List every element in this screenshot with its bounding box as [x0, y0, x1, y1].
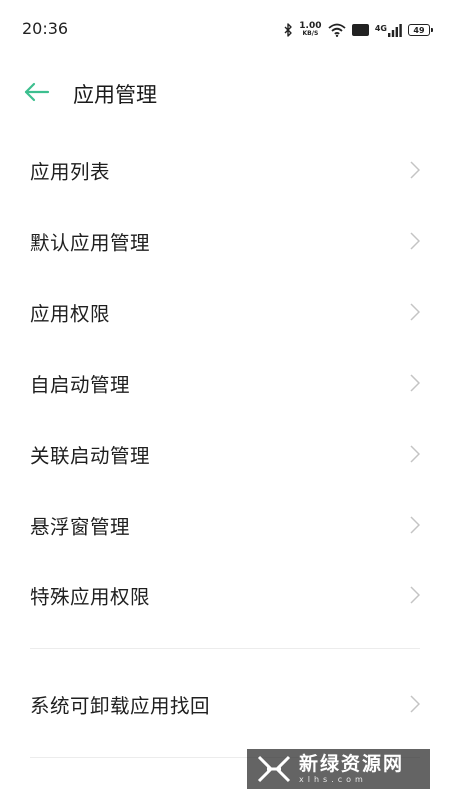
menu-item-label: 特殊应用权限: [30, 585, 151, 609]
menu-item-default-apps[interactable]: 默认应用管理: [0, 206, 450, 276]
section-divider: [30, 648, 420, 649]
chevron-right-icon: [410, 232, 420, 250]
site-watermark: 新绿资源网 xlhs.com: [247, 749, 430, 789]
network-type-label: 4G: [374, 23, 387, 33]
back-arrow-icon: [24, 82, 50, 102]
wifi-icon: [327, 23, 346, 37]
menu-item-label: 关联启动管理: [30, 444, 151, 468]
network-speed: 1.00 KB/S: [299, 22, 321, 38]
watermark-text: 新绿资源网 xlhs.com: [299, 753, 404, 785]
status-bar: 20:36 1.00 KB/S HD 4G 49: [0, 0, 450, 56]
chevron-right-icon: [410, 445, 420, 463]
menu-item-app-permissions[interactable]: 应用权限: [0, 277, 450, 347]
network-speed-unit: KB/S: [302, 30, 319, 37]
menu-item-floating-window[interactable]: 悬浮窗管理: [0, 490, 450, 560]
menu-item-label: 默认应用管理: [30, 231, 151, 255]
menu-item-label: 系统可卸载应用找回: [30, 694, 211, 718]
menu-item-label: 应用权限: [30, 302, 111, 326]
hd-icon: HD: [351, 24, 369, 36]
watermark-name: 新绿资源网: [299, 753, 405, 775]
battery-level: 49: [413, 25, 425, 35]
menu-item-label: 自启动管理: [30, 373, 131, 397]
menu-item-app-list[interactable]: 应用列表: [0, 135, 450, 205]
chevron-right-icon: [410, 695, 420, 713]
page-title: 应用管理: [73, 83, 157, 107]
chevron-right-icon: [410, 516, 420, 534]
back-button[interactable]: [22, 78, 52, 106]
bluetooth-icon: [284, 23, 293, 37]
battery-icon: 49: [408, 24, 433, 36]
menu-item-restore-uninstallable-apps[interactable]: 系统可卸载应用找回: [0, 669, 450, 739]
menu-item-label: 悬浮窗管理: [30, 515, 131, 539]
watermark-logo-icon: [257, 755, 291, 783]
menu-item-auto-start[interactable]: 自启动管理: [0, 348, 450, 418]
chevron-right-icon: [410, 374, 420, 392]
menu-item-label: 应用列表: [30, 160, 111, 184]
menu-item-special-permissions[interactable]: 特殊应用权限: [0, 560, 450, 630]
watermark-url: xlhs.com: [299, 775, 367, 784]
chevron-right-icon: [410, 161, 420, 179]
signal-icon: 4G: [374, 23, 402, 37]
app-header: 应用管理: [0, 62, 450, 122]
status-icons: 1.00 KB/S HD 4G 49: [284, 20, 433, 40]
network-speed-value: 1.00: [299, 21, 322, 31]
chevron-right-icon: [410, 586, 420, 604]
status-time: 20:36: [22, 19, 69, 38]
menu-item-associated-start[interactable]: 关联启动管理: [0, 419, 450, 489]
chevron-right-icon: [410, 303, 420, 321]
